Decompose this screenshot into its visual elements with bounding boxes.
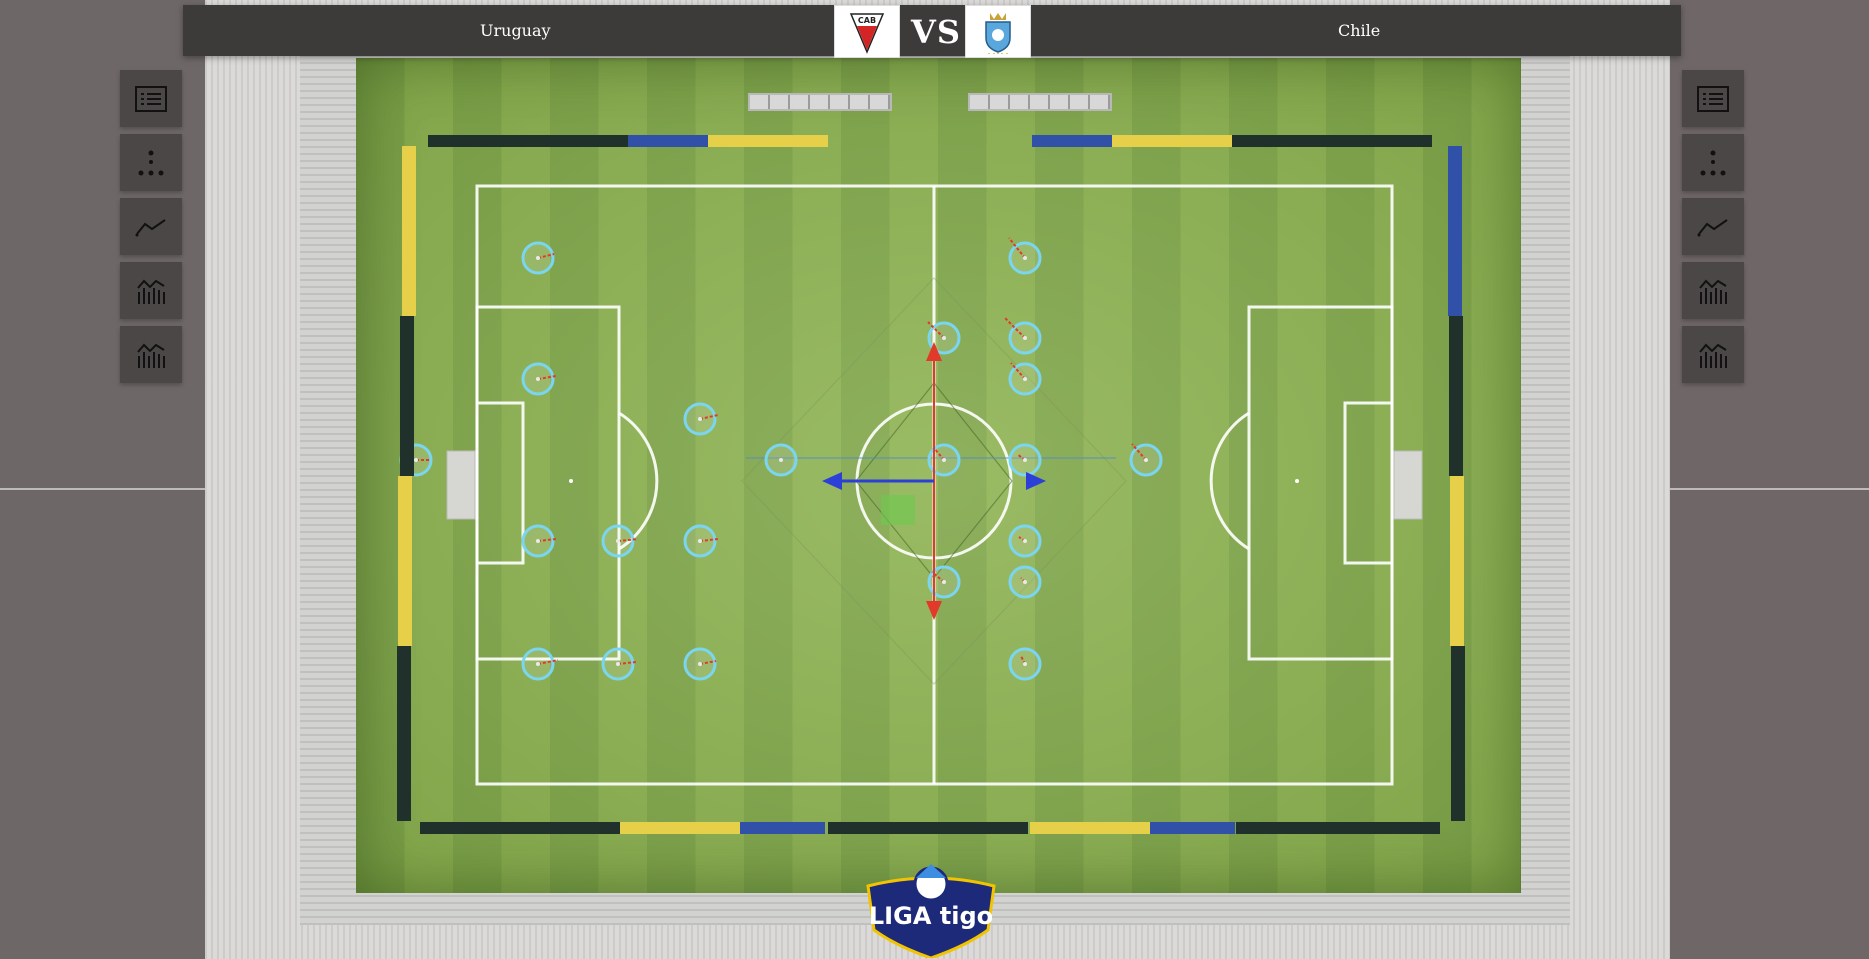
right-formation-button[interactable] [1682,134,1744,191]
left-formation-button[interactable] [120,134,182,191]
player-marker[interactable] [1008,647,1042,681]
bench-right [968,93,1112,111]
player-marker[interactable] [521,524,557,558]
player-marker[interactable] [1008,362,1042,396]
match-header: Uruguay CAB VS Chile [183,5,1681,58]
logo-text: LIGA tigo [869,902,993,930]
right-penalty-box [1247,305,1394,661]
bench-left [748,93,892,111]
away-team-crest[interactable] [965,5,1031,58]
left-trend-button[interactable] [120,198,182,255]
right-goal [1393,450,1423,520]
line-chart-icon [135,218,166,236]
player-marker[interactable] [1129,443,1163,477]
player-marker[interactable] [683,402,719,436]
list-icon [1697,85,1729,112]
formation-icon [138,150,164,175]
away-team-name: Chile [1338,21,1381,40]
right-stats-1-button[interactable] [1682,262,1744,319]
player-marker[interactable] [1008,565,1042,599]
player-marker[interactable] [1008,524,1042,558]
player-marker[interactable] [521,362,557,396]
vs-label: VS [911,13,961,51]
home-team-name: Uruguay [480,21,551,40]
gizmo-arrow-left [822,472,842,490]
right-stats-2-button[interactable] [1682,326,1744,383]
player-marker[interactable] [683,524,719,558]
right-penalty-spot [1295,479,1299,483]
player-marker[interactable] [764,443,798,477]
line-chart-icon [1697,218,1728,236]
right-penalty-arc [1209,411,1250,551]
player-marker[interactable] [521,647,559,681]
left-goal [446,450,476,520]
player-marker[interactable] [521,241,555,275]
left-penalty-box [475,305,621,661]
left-stats-1-button[interactable] [120,262,182,319]
bar-chart-icon [137,343,165,368]
bar-chart-icon [1699,279,1727,304]
home-crest-icon: CAB [849,12,885,54]
player-marker[interactable] [1008,443,1042,477]
right-lineup-button[interactable] [1682,70,1744,127]
right-goal-box [1343,401,1394,565]
liga-tigo-logo: LIGA tigo [866,864,996,958]
bar-chart-icon [137,279,165,304]
selection-marker [881,495,915,525]
player-marker[interactable] [1008,237,1042,275]
player-marker[interactable] [601,647,637,681]
home-team-crest[interactable]: CAB [834,5,900,58]
horizon-line-right [1649,488,1869,490]
backdrop-left [0,0,220,959]
left-side-menu [120,70,182,390]
left-lineup-button[interactable] [120,70,182,127]
away-crest-icon [985,12,1011,54]
gizmo-arrow-right [1026,472,1046,490]
right-side-menu [1682,70,1744,390]
pitch-markings [399,184,1423,786]
bar-chart-icon [1699,343,1727,368]
list-icon [135,85,167,112]
home-crest-text: CAB [858,16,876,25]
horizon-line-left [0,488,220,490]
left-goal-box [475,401,525,565]
right-trend-button[interactable] [1682,198,1744,255]
left-penalty-spot [569,479,573,483]
player-marker[interactable] [683,647,717,681]
left-stats-2-button[interactable] [120,326,182,383]
gizmo-arrow-down [926,601,942,620]
formation-icon [1700,150,1726,175]
player-marker[interactable] [601,524,639,558]
pitch [356,58,1521,893]
player-marker[interactable] [1004,317,1042,355]
